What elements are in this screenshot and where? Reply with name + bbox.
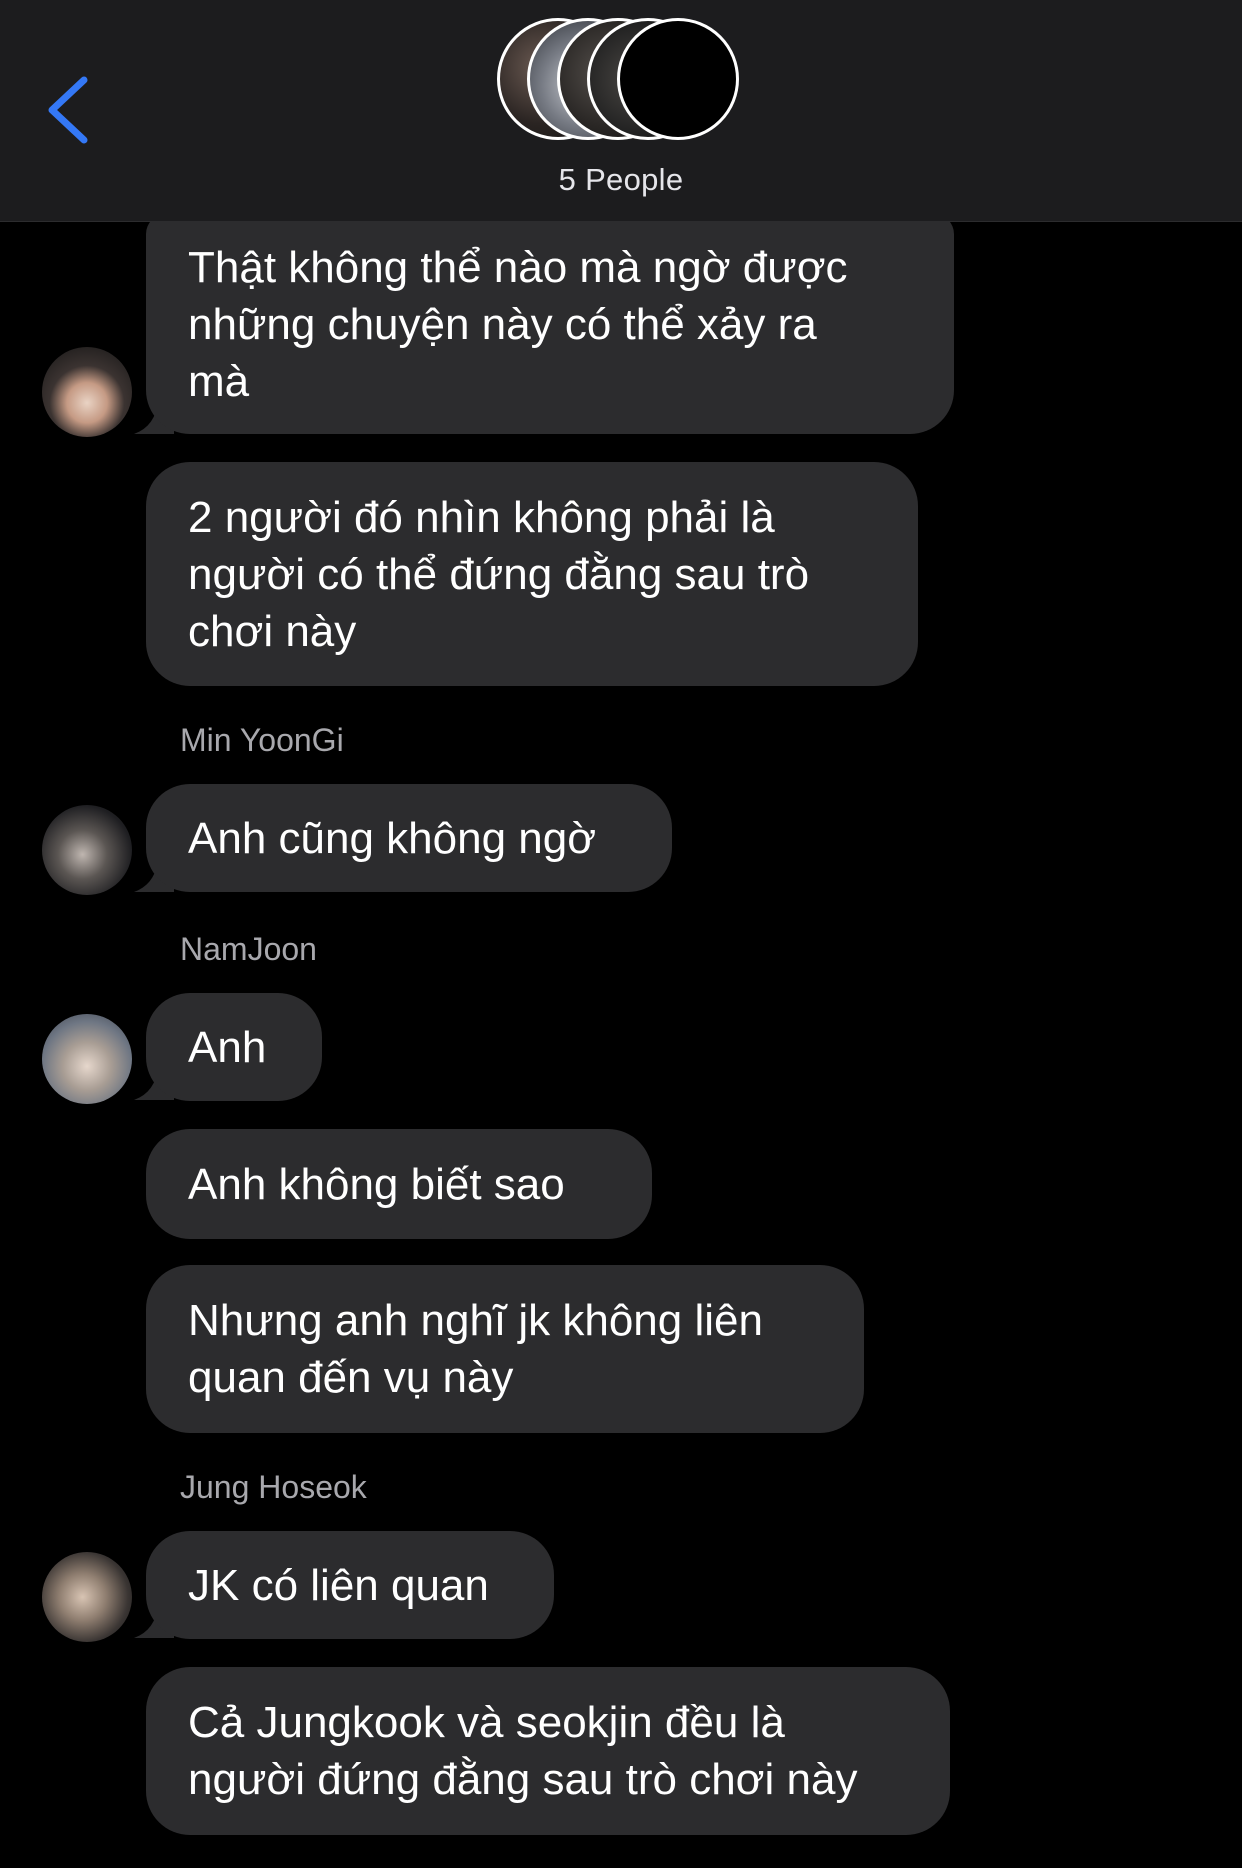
message-text: Cả Jungkook và seokjin đều là người đứng… bbox=[188, 1698, 858, 1804]
message-bubble[interactable]: Nhưng anh nghĩ jk không liên quan đến vụ… bbox=[146, 1265, 864, 1433]
group-member-avatar bbox=[617, 18, 739, 140]
message-text: Anh cũng không ngờ bbox=[188, 813, 597, 863]
sender-name: Min YoonGi bbox=[180, 722, 344, 758]
sender-name: NamJoon bbox=[180, 931, 317, 967]
message-bubble[interactable]: Anh cũng không ngờ bbox=[146, 784, 672, 892]
message-bubble[interactable]: Cả Jungkook và seokjin đều là người đứng… bbox=[146, 1667, 950, 1835]
avatar[interactable] bbox=[42, 1552, 132, 1642]
message-text: JK có liên quan bbox=[188, 1560, 489, 1610]
message-bubble[interactable]: Anh không biết sao bbox=[146, 1129, 652, 1239]
sender-name: Jung Hoseok bbox=[180, 1469, 367, 1505]
message-text: Nhưng anh nghĩ jk không liên quan đến vụ… bbox=[188, 1296, 763, 1402]
message-text: Thật không thể nào mà ngờ được những chu… bbox=[188, 242, 848, 406]
message-text: Anh không biết sao bbox=[188, 1159, 565, 1209]
group-title[interactable]: 5 People bbox=[0, 162, 1242, 198]
message-text: Anh bbox=[188, 1022, 267, 1072]
chevron-left-icon bbox=[48, 76, 88, 144]
back-button[interactable] bbox=[38, 70, 98, 150]
message-bubble[interactable]: Anh bbox=[146, 993, 322, 1101]
avatar[interactable] bbox=[42, 805, 132, 895]
message-bubble[interactable]: Thật không thể nào mà ngờ được những chu… bbox=[146, 214, 954, 434]
conversation-header: 5 People bbox=[0, 0, 1242, 222]
avatar[interactable] bbox=[42, 1014, 132, 1104]
group-avatar-stack[interactable] bbox=[497, 18, 747, 146]
message-text: 2 người đó nhìn không phải là người có t… bbox=[188, 492, 810, 656]
message-bubble[interactable]: 2 người đó nhìn không phải là người có t… bbox=[146, 462, 918, 686]
message-bubble[interactable]: JK có liên quan bbox=[146, 1531, 554, 1639]
avatar[interactable] bbox=[42, 347, 132, 437]
